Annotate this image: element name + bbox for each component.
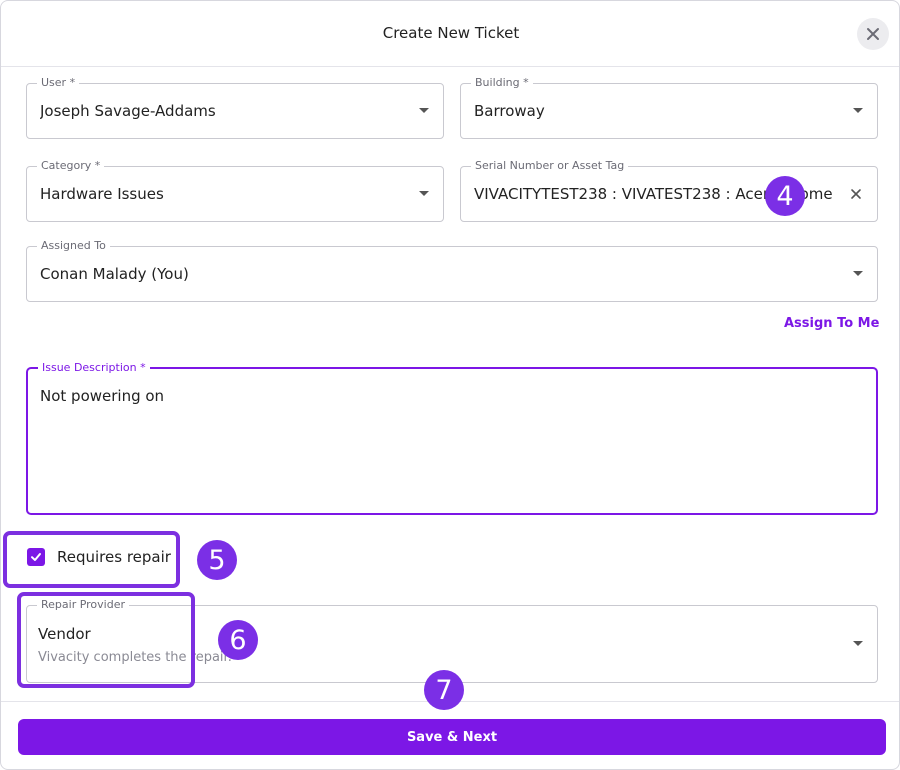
repair-provider-label: Repair Provider: [37, 598, 130, 612]
user-value: Joseph Savage-Addams: [40, 102, 216, 120]
chevron-down-icon: [419, 191, 429, 196]
dialog-header: Create New Ticket: [1, 1, 899, 67]
step-marker-6: 6: [218, 620, 258, 660]
issue-description-label: Issue Description *: [38, 361, 150, 375]
clear-icon[interactable]: [849, 187, 863, 201]
issue-description-value: Not powering on: [40, 387, 165, 405]
user-select[interactable]: User * Joseph Savage-Addams: [26, 76, 444, 139]
serial-asset-input[interactable]: Serial Number or Asset Tag VIVACITYTEST2…: [460, 159, 878, 222]
chevron-down-icon: [419, 108, 429, 113]
building-select[interactable]: Building * Barroway: [460, 76, 878, 139]
step-marker-7: 7: [424, 670, 464, 710]
assigned-value: Conan Malady (You): [40, 265, 189, 283]
chevron-down-icon: [853, 641, 863, 646]
step-marker-4: 4: [765, 176, 805, 216]
repair-provider-value: Vendor: [38, 625, 91, 643]
dialog-title: Create New Ticket: [382, 24, 520, 42]
assigned-to-select[interactable]: Assigned To Conan Malady (You): [26, 239, 878, 302]
create-ticket-dialog: Create New Ticket User * Joseph Savage-A…: [0, 0, 900, 770]
requires-repair-row: Requires repair: [27, 548, 171, 566]
requires-repair-checkbox[interactable]: [27, 548, 45, 566]
save-next-button[interactable]: Save & Next: [18, 719, 886, 755]
requires-repair-label: Requires repair: [57, 548, 171, 566]
repair-provider-helper: Vivacity completes the repair.: [38, 650, 232, 665]
assign-to-me-link[interactable]: Assign To Me: [784, 316, 879, 331]
chevron-down-icon: [853, 108, 863, 113]
category-value: Hardware Issues: [40, 185, 164, 203]
check-icon: [31, 553, 41, 561]
issue-description-textarea[interactable]: Issue Description * Not powering on: [26, 361, 878, 515]
building-value: Barroway: [474, 102, 545, 120]
chevron-down-icon: [853, 271, 863, 276]
step-marker-5: 5: [197, 540, 237, 580]
close-button[interactable]: [857, 18, 889, 50]
category-select[interactable]: Category * Hardware Issues: [26, 159, 444, 222]
close-icon: [867, 28, 879, 40]
